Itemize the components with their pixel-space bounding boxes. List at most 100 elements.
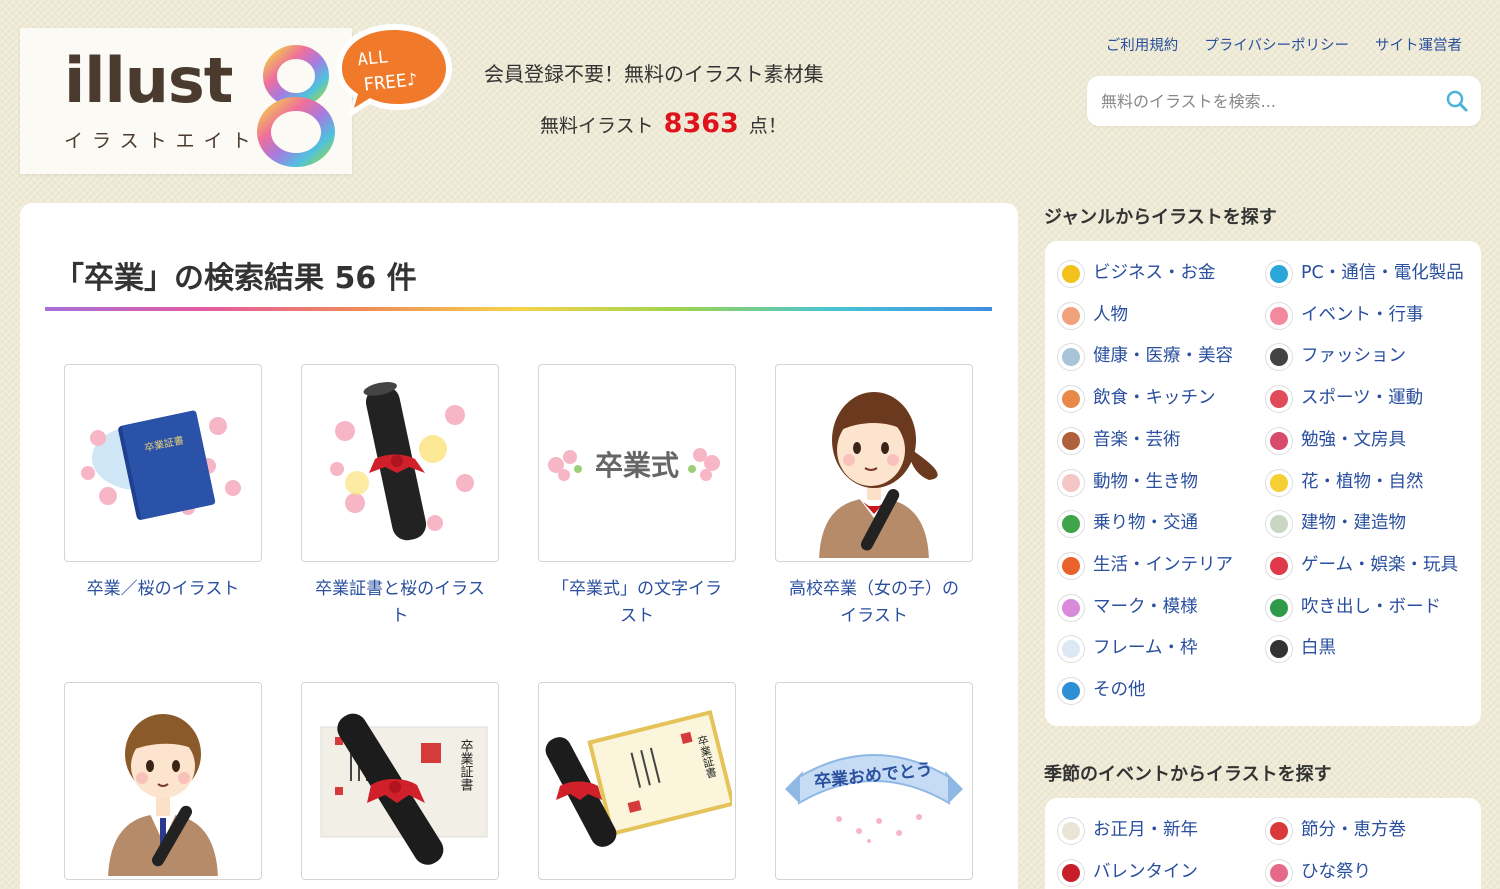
card-thumbnail[interactable] (301, 364, 499, 562)
result-card[interactable]: 高校卒業（女の子）のイラスト (775, 364, 973, 630)
category-link[interactable]: 花・植物・自然 (1265, 468, 1465, 497)
category-link[interactable]: 飲食・キッチン (1057, 385, 1257, 414)
category-link[interactable]: 音楽・芸術 (1057, 426, 1257, 455)
result-card[interactable]: 卒業証書 (301, 682, 499, 889)
globe-icon (1057, 677, 1085, 705)
badge-line1: ALL (357, 47, 390, 70)
link-operator[interactable]: サイト運営者 (1375, 34, 1462, 55)
illustration-count: 無料イラスト 8363 点！ (540, 108, 787, 139)
result-card[interactable]: 卒業おめでとう (775, 682, 973, 889)
people-icon (1057, 301, 1085, 330)
category-link[interactable]: 勉強・文房具 (1265, 426, 1465, 455)
category-label: お正月・新年 (1093, 820, 1198, 840)
category-link[interactable]: イベント・行事 (1265, 301, 1465, 330)
kettle-icon (1057, 551, 1085, 580)
car-icon (1057, 510, 1085, 539)
rabbit-icon (1057, 468, 1085, 497)
category-link[interactable]: 健康・医療・美容 (1057, 343, 1257, 372)
card-thumbnail[interactable]: 卒業証書 (64, 364, 262, 562)
category-label: イベント・行事 (1301, 304, 1424, 325)
speech-icon (1265, 593, 1293, 622)
frame-icon (1057, 635, 1085, 664)
category-label: 吹き出し・ボード (1301, 596, 1441, 617)
category-label: 節分・恵方巻 (1301, 820, 1406, 840)
genre-panel: ビジネス・お金 PC・通信・電化製品 人物 イベント・行事健康・医療・美容 ファッション… (1045, 241, 1481, 726)
category-label: 建物・建造物 (1301, 513, 1406, 534)
card-thumbnail[interactable]: 卒業証書 (301, 682, 499, 880)
certificate-text: 卒業証書 (458, 739, 474, 792)
category-label: 白黒 (1301, 638, 1336, 659)
card-title[interactable]: 「卒業式」の文字イラスト (538, 576, 736, 630)
category-link[interactable]: 節分・恵方巻 (1265, 817, 1465, 845)
category-link[interactable]: ビジネス・お金 (1057, 260, 1257, 288)
count-value: 8363 (663, 108, 739, 139)
category-label: ゲーム・娯楽・玩具 (1301, 554, 1458, 575)
category-link[interactable]: お正月・新年 (1057, 817, 1257, 845)
count-prefix: 無料イラスト (540, 115, 654, 137)
category-label: 飲食・キッチン (1093, 388, 1216, 409)
category-link[interactable]: 動物・生き物 (1057, 468, 1257, 497)
link-privacy[interactable]: プライバシーポリシー (1204, 34, 1349, 55)
all-free-badge: ALL FREE♪ (336, 24, 452, 118)
result-card[interactable]: 卒業式 「卒業式」の文字イラスト (538, 364, 736, 630)
card-title[interactable]: 卒業証書と桜のイラスト (301, 576, 499, 630)
category-label: 生活・インテリア (1093, 554, 1233, 575)
racket-icon (1265, 385, 1293, 414)
graduate-girl-image (819, 392, 938, 558)
link-terms[interactable]: ご利用規約 (1106, 34, 1179, 55)
site-tagline: 会員登録不要！無料のイラスト素材集 (484, 62, 824, 86)
card-title[interactable]: 卒業／桜のイラスト (64, 576, 262, 603)
category-label: バレンタイン (1093, 861, 1198, 882)
category-link[interactable]: その他 (1057, 677, 1257, 705)
genre-heading: ジャンルからイラストを探す (1044, 207, 1277, 228)
category-link[interactable]: 白黒 (1265, 635, 1465, 664)
result-card[interactable]: 卒業証書 卒業／桜のイラスト (64, 364, 262, 603)
logo-text: illust (64, 44, 233, 117)
card-thumbnail[interactable]: 卒業式 (538, 364, 736, 562)
category-link[interactable]: 乗り物・交通 (1057, 510, 1257, 539)
category-label: フレーム・枠 (1093, 638, 1198, 659)
category-link[interactable]: ひな祭り (1265, 858, 1465, 887)
result-card[interactable]: 卒業証書 (538, 682, 736, 889)
tulip-icon (1265, 468, 1293, 497)
card-thumbnail[interactable] (64, 682, 262, 880)
image-text: 卒業式 (595, 449, 679, 482)
coins-icon (1057, 260, 1085, 288)
search-icon[interactable] (1445, 89, 1469, 113)
building-icon (1265, 510, 1293, 539)
category-link[interactable]: 建物・建造物 (1265, 510, 1465, 539)
category-link[interactable]: バレンタイン (1057, 858, 1257, 887)
hina-doll-icon (1265, 858, 1293, 887)
category-label: スポーツ・運動 (1301, 388, 1424, 409)
category-link[interactable]: ゲーム・娯楽・玩具 (1265, 551, 1465, 580)
search-input[interactable] (1101, 88, 1431, 114)
card-title[interactable]: 高校卒業（女の子）のイラスト (775, 576, 973, 630)
category-label: 動物・生き物 (1093, 471, 1198, 492)
category-link[interactable]: マーク・模様 (1057, 593, 1257, 622)
result-card[interactable] (64, 682, 262, 889)
diploma-book-sakura-image: 卒業証書 (81, 410, 241, 520)
category-label: マーク・模様 (1093, 596, 1198, 617)
card-thumbnail[interactable] (775, 364, 973, 562)
lipstick-icon (1265, 343, 1293, 372)
graduation-text-image: 卒業式 (548, 448, 720, 482)
season-panel: お正月・新年 節分・恵方巻バレンタイン ひな祭り (1045, 798, 1481, 889)
card-thumbnail[interactable]: 卒業おめでとう (775, 682, 973, 880)
category-link[interactable]: 吹き出し・ボード (1265, 593, 1465, 622)
category-link[interactable]: 人物 (1057, 301, 1257, 330)
category-label: 音楽・芸術 (1093, 429, 1181, 450)
card-thumbnail[interactable]: 卒業証書 (538, 682, 736, 880)
category-link[interactable]: PC・通信・電化製品 (1265, 260, 1465, 288)
result-card[interactable]: 卒業証書と桜のイラスト (301, 364, 499, 630)
category-link[interactable]: フレーム・枠 (1057, 635, 1257, 664)
category-link[interactable]: ファッション (1265, 343, 1465, 372)
category-link[interactable]: スポーツ・運動 (1265, 385, 1465, 414)
pudding-icon (1057, 385, 1085, 414)
diploma-roll-certificate-image: 卒業証書 (320, 713, 488, 865)
pencils-icon (1265, 426, 1293, 455)
category-label: 健康・医療・美容 (1093, 346, 1233, 367)
category-link[interactable]: 生活・インテリア (1057, 551, 1257, 580)
search-results-panel: 「卒業」の検索結果 56 件 卒業証書 卒業／桜のイラスト 卒業証書と桜のイラス… (20, 203, 1018, 889)
logo-kana: イラストエイト (64, 130, 260, 152)
site-logo[interactable]: illust イラストエイト (20, 28, 352, 174)
